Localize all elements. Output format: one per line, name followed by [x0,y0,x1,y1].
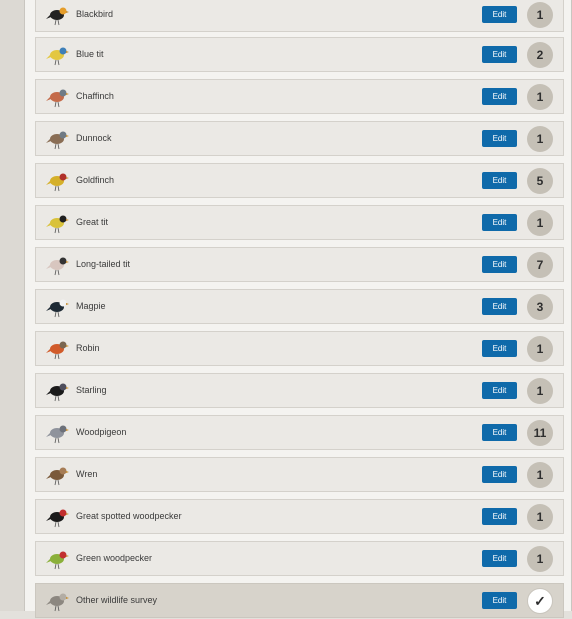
bird-name: Other wildlife survey [76,595,158,605]
dunnock-icon [45,126,71,152]
long-tailed-tit-icon [45,252,71,278]
bird-row-starling[interactable]: Starling Edit 1 [35,373,564,408]
bird-name: Great tit [76,217,109,227]
edit-button[interactable]: Edit [482,88,517,105]
bird-name: Goldfinch [76,175,115,185]
count-badge: 1 [527,378,553,404]
count-badge: 3 [527,294,553,320]
great-spotted-woodpecker-icon [45,504,71,530]
count-badge: 1 [527,546,553,572]
edit-button[interactable]: Edit [482,172,517,189]
count-badge: 1 [527,504,553,530]
starling-icon [45,378,71,404]
count-badge: 1 [527,2,553,28]
blue-tit-icon [45,42,71,68]
count-badge: 11 [527,420,553,446]
bird-row-great-spotted-woodpecker[interactable]: Great spotted woodpecker Edit 1 [35,499,564,534]
bird-row-green-woodpecker[interactable]: Green woodpecker Edit 1 [35,541,564,576]
bird-row-woodpigeon[interactable]: Woodpigeon Edit 11 [35,415,564,450]
bird-name: Blue tit [76,49,104,59]
bird-name: Magpie [76,301,106,311]
magpie-icon [45,294,71,320]
bird-name: Blackbird [76,9,114,19]
bird-name: Dunnock [76,133,112,143]
edit-button[interactable]: Edit [482,298,517,315]
bird-row-great-tit[interactable]: Great tit Edit 1 [35,205,564,240]
edit-button[interactable]: Edit [482,256,517,273]
bird-name: Woodpigeon [76,427,127,437]
chaffinch-icon [45,84,71,110]
wren-icon [45,462,71,488]
bird-row-wren[interactable]: Wren Edit 1 [35,457,564,492]
edit-button[interactable]: Edit [482,466,517,483]
edit-button[interactable]: Edit [482,340,517,357]
bird-row-blackbird[interactable]: Blackbird Edit 1 [35,0,564,32]
bird-name: Wren [76,469,98,479]
blackbird-icon [45,2,71,28]
bird-name: Robin [76,343,100,353]
edit-button[interactable]: Edit [482,382,517,399]
completed-check-badge: ✓ [527,588,553,614]
count-badge: 1 [527,126,553,152]
count-badge: 5 [527,168,553,194]
bird-row-magpie[interactable]: Magpie Edit 3 [35,289,564,324]
bird-row-robin[interactable]: Robin Edit 1 [35,331,564,366]
bird-row-goldfinch[interactable]: Goldfinch Edit 5 [35,163,564,198]
great-tit-icon [45,210,71,236]
edit-button[interactable]: Edit [482,424,517,441]
bird-row-squirrel[interactable]: Other wildlife survey Edit ✓ [35,583,564,618]
goldfinch-icon [45,168,71,194]
bird-row-long-tailed-tit[interactable]: Long-tailed tit Edit 7 [35,247,564,282]
left-rail [0,0,25,611]
edit-button[interactable]: Edit [482,130,517,147]
edit-button[interactable]: Edit [482,214,517,231]
count-badge: 1 [527,462,553,488]
green-woodpecker-icon [45,546,71,572]
bird-name: Great spotted woodpecker [76,511,182,521]
edit-button[interactable]: Edit [482,592,517,609]
edit-button[interactable]: Edit [482,6,517,23]
edit-button[interactable]: Edit [482,550,517,567]
squirrel-icon [45,588,71,614]
edit-button[interactable]: Edit [482,508,517,525]
count-badge: 2 [527,42,553,68]
bird-row-blue-tit[interactable]: Blue tit Edit 2 [35,37,564,72]
bird-name: Long-tailed tit [76,259,131,269]
edit-button[interactable]: Edit [482,46,517,63]
bird-row-chaffinch[interactable]: Chaffinch Edit 1 [35,79,564,114]
count-badge: 1 [527,84,553,110]
count-badge: 7 [527,252,553,278]
count-badge: 1 [527,210,553,236]
bird-name: Chaffinch [76,91,114,101]
bird-row-dunnock[interactable]: Dunnock Edit 1 [35,121,564,156]
robin-icon [45,336,71,362]
woodpigeon-icon [45,420,71,446]
bird-name: Starling [76,385,107,395]
count-badge: 1 [527,336,553,362]
bird-name: Green woodpecker [76,553,153,563]
